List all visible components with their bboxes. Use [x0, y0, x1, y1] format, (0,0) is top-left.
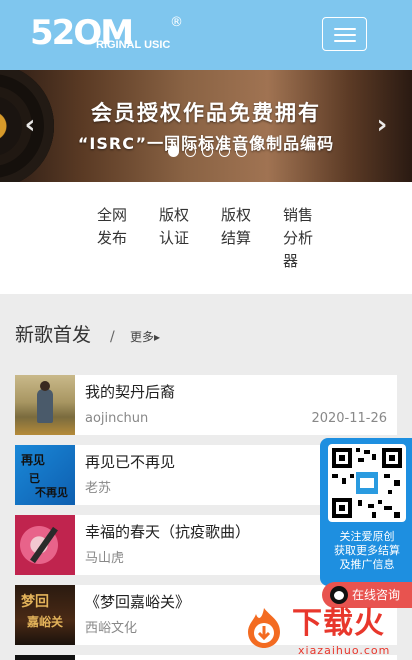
song-artist: 马山虎 [85, 551, 125, 566]
carousel-indicators [168, 146, 248, 158]
song-artist: 老苏 [85, 481, 112, 496]
song-item[interactable]: 我的契丹后裔 aojinchun 2020-11-26 [15, 375, 397, 435]
section-separator: / [110, 329, 115, 345]
qq-penguin-icon [330, 586, 348, 604]
song-title: 再见已不再见 [85, 453, 176, 471]
watermark: 下载火 xiazaihuo.com [240, 604, 412, 660]
feature-distribution[interactable]: 全网发布 [97, 204, 137, 250]
hamburger-menu-button[interactable] [322, 17, 367, 51]
top-nav-bar: 52OM RIGINAL USIC ® [0, 0, 412, 70]
registered-mark: ® [170, 15, 183, 30]
page: 52OM RIGINAL USIC ® 会员授权作品免费拥有 “ISRC”一国际… [0, 0, 412, 660]
banner-title: 会员授权作品免费拥有 [91, 101, 321, 125]
flame-download-icon [248, 608, 280, 648]
qr-code-graphic [332, 448, 402, 518]
feature-copyright-settlement[interactable]: 版权结算 [221, 204, 261, 250]
song-title: 我的契丹后裔 [85, 383, 176, 401]
banner-carousel[interactable]: 会员授权作品免费拥有 “ISRC”一国际标准音像制品编码 ‹ › [0, 70, 412, 182]
carousel-dot[interactable] [219, 146, 230, 157]
carousel-dot[interactable] [202, 146, 213, 157]
song-cover [15, 375, 75, 435]
song-artist: aojinchun [85, 411, 149, 426]
feature-links: 全网发布 版权认证 版权结算 销售分析器 [0, 182, 412, 294]
hamburger-icon-bar [334, 40, 356, 42]
more-link[interactable]: 更多▸ [130, 328, 160, 346]
song-cover: 再见 已 不再见 [15, 445, 75, 505]
song-date: 2020-11-26 [311, 411, 387, 426]
hamburger-icon-bar [334, 34, 356, 36]
song-cover [15, 655, 75, 660]
consult-label: 在线咨询 [352, 588, 401, 602]
hamburger-icon [334, 28, 356, 30]
song-title: 《梦回嘉峪关》 [85, 593, 191, 611]
qr-code [328, 444, 406, 522]
qr-caption-text: 关注爱原创 获取更多结算 及推广信息 [334, 530, 400, 571]
qr-caption: 关注爱原创 获取更多结算 及推广信息 [324, 530, 410, 572]
feature-sales-analyzer[interactable]: 销售分析器 [283, 204, 319, 273]
site-logo[interactable]: 52OM RIGINAL USIC ® [30, 15, 190, 55]
carousel-dot[interactable] [168, 146, 179, 157]
chevron-left-icon[interactable]: ‹ [17, 110, 43, 140]
carousel-dot[interactable] [185, 146, 196, 157]
chevron-right-icon[interactable]: › [369, 110, 395, 140]
song-cover [15, 515, 75, 575]
logo-sub-text: RIGINAL USIC [96, 39, 171, 51]
song-cover: 梦回 嘉峪关 [15, 585, 75, 645]
section-title: 新歌首发 [15, 324, 92, 346]
song-title: 幸福的春天（抗疫歌曲） [85, 523, 251, 541]
watermark-text: 下载火 [292, 606, 385, 641]
song-artist: 西峪文化 [85, 621, 138, 636]
feature-copyright-cert[interactable]: 版权认证 [159, 204, 199, 250]
qr-follow-panel[interactable]: 关注爱原创 获取更多结算 及推广信息 [320, 438, 412, 586]
watermark-url: xiazaihuo.com [298, 644, 391, 657]
carousel-dot[interactable] [236, 146, 247, 157]
